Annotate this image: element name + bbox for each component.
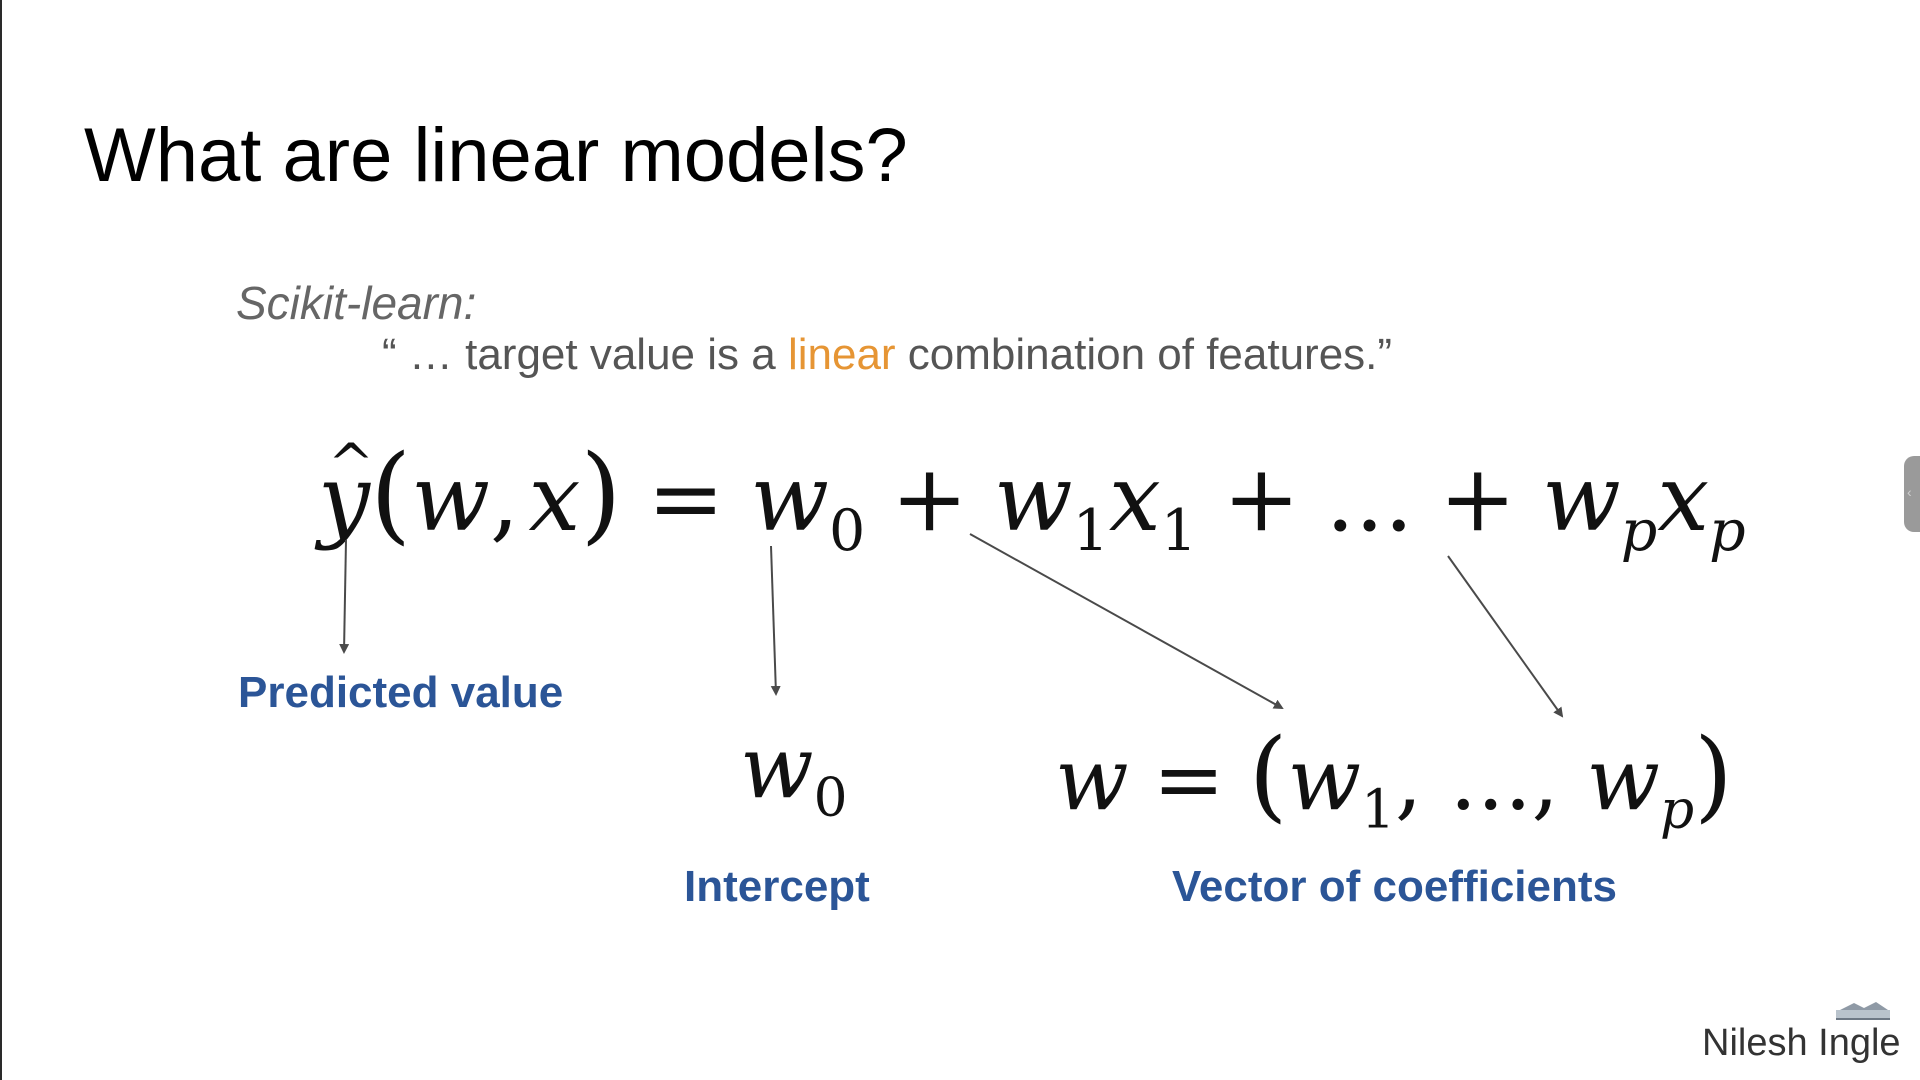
coef-equals: = [1152, 730, 1225, 830]
xp-base: x [1657, 445, 1710, 552]
w1-sub: 1 [1072, 497, 1109, 564]
intercept-w-base: w [740, 718, 814, 818]
plus-sign: + [1439, 445, 1517, 552]
intercept-label: Intercept [684, 862, 870, 911]
quote-accent-word: linear [787, 330, 896, 379]
arrow-wp-to-vector [1447, 555, 1564, 718]
slide-left-border [0, 0, 2, 1080]
y-hat-symbol: y ^ [318, 433, 374, 552]
w1-base: w [993, 445, 1073, 552]
w-argument: w [411, 445, 491, 552]
wp-sub: p [1620, 497, 1658, 564]
plus-sign: + [1222, 445, 1300, 552]
xp-sub: p [1709, 497, 1746, 564]
plus-sign: + [891, 445, 969, 552]
chevron-left-icon: ‹ [1907, 484, 1912, 500]
ellipsis: ... [1325, 445, 1414, 552]
comma: , [490, 445, 520, 552]
vector-of-coefficients-label: Vector of coefficients [1172, 862, 1618, 911]
x1-sub: 1 [1160, 497, 1198, 564]
term-w0: w0 [750, 445, 865, 564]
coef-wp-base: w [1586, 730, 1660, 830]
quote-part-before: “ … target value is a [382, 330, 788, 379]
intercept-w-sub: 0 [813, 766, 848, 829]
quote-text: “ … target value is a linear combination… [382, 330, 1392, 380]
coef-w1-base: w [1287, 730, 1362, 830]
quote-part-after: combination of features.” [895, 330, 1393, 379]
coef-wp-sub: p [1659, 778, 1695, 841]
x-argument: x [528, 445, 581, 552]
author-name: Nilesh Ingle [1702, 1022, 1901, 1064]
wp-base: w [1542, 445, 1621, 552]
coef-separator: , ..., [1394, 730, 1587, 830]
logo-icon [1836, 1002, 1890, 1020]
x1-base: x [1108, 445, 1161, 552]
coef-open-paren: ( [1248, 718, 1288, 833]
w0-base: w [750, 445, 829, 552]
term-w1x1: w1x1 [993, 445, 1197, 564]
predicted-value-label: Predicted value [238, 668, 564, 717]
term-wpxp: wpxp [1542, 445, 1746, 564]
close-paren: ) [580, 432, 622, 555]
arrow-to-intercept [770, 545, 781, 696]
coef-close-paren: ) [1694, 718, 1733, 833]
intercept-symbol: w0 [740, 718, 848, 829]
open-paren: ( [369, 432, 412, 555]
equals-sign: = [647, 445, 725, 552]
linear-model-equation: y ^ (w, x) = w0 + w1x1 +... + wpxp [318, 432, 1746, 564]
coef-lhs: w [1055, 730, 1129, 830]
coef-w1-sub: 1 [1361, 778, 1395, 841]
slide-title: What are linear models? [84, 113, 908, 198]
coefficient-vector-equation: w = (w1, ..., wp) [1055, 718, 1733, 841]
w0-sub: 0 [828, 497, 866, 564]
hat-accent: ^ [327, 432, 375, 497]
side-panel-tab[interactable]: ‹ [1904, 456, 1920, 532]
quote-source: Scikit-learn: [236, 277, 477, 329]
